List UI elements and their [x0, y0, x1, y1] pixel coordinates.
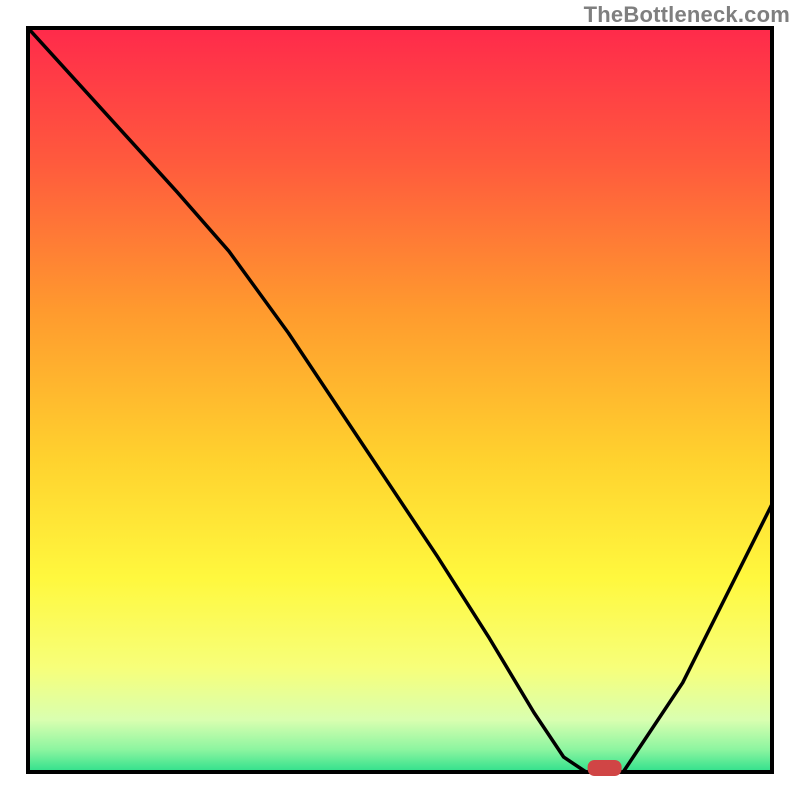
minimum-marker [588, 760, 622, 776]
chart-canvas [0, 0, 800, 800]
watermark-text: TheBottleneck.com [584, 2, 790, 28]
gradient-background [28, 28, 772, 772]
